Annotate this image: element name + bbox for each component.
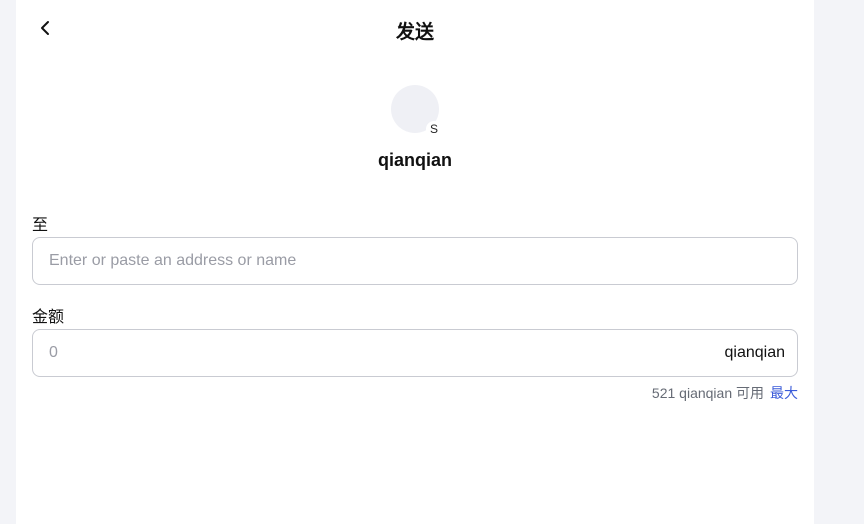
send-panel: 发送 S qianqian 至 金额 qianqian 521 qianqian… [16, 0, 814, 524]
amount-input[interactable] [49, 330, 649, 376]
max-button[interactable]: 最大 [770, 385, 798, 401]
page-title: 发送 [395, 22, 434, 43]
recipient-address-input[interactable] [49, 238, 779, 284]
amount-field-container: qianqian [32, 329, 798, 377]
to-label: 至 [32, 217, 49, 234]
available-balance-row: 521 qianqian 可用 最大 [652, 383, 798, 403]
amount-unit: qianqian [724, 344, 786, 361]
available-balance: 521 qianqian 可用 [651, 385, 764, 401]
to-field-container [32, 237, 798, 285]
amount-label: 金额 [32, 309, 65, 326]
account-avatar: S [391, 85, 442, 137]
avatar-badge: S [426, 121, 442, 137]
account-name: qianqian [377, 150, 452, 170]
